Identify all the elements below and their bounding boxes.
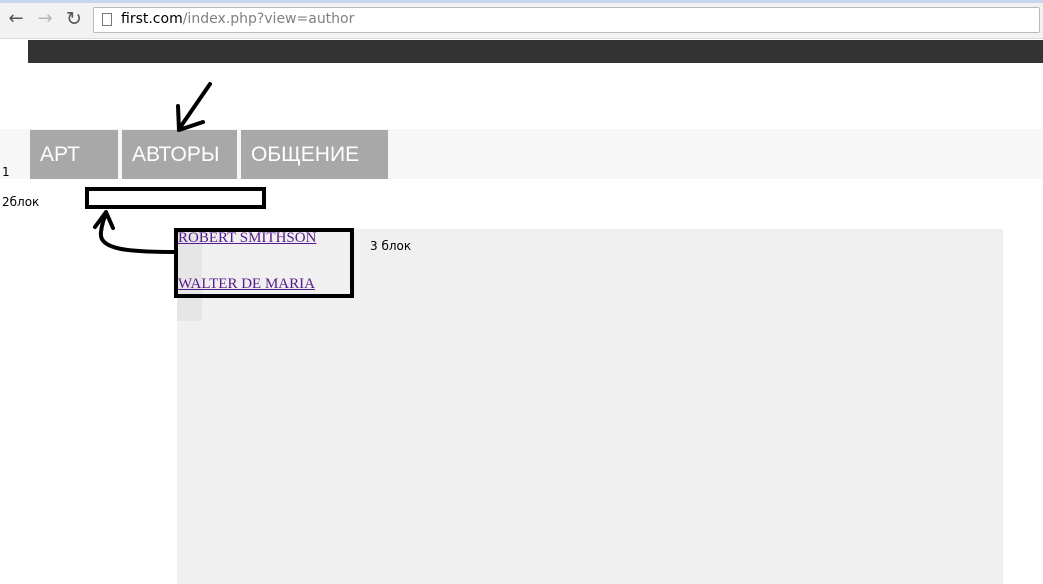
annotation-empty-box — [85, 187, 266, 209]
annotation-links-box — [174, 228, 354, 298]
page-icon — [102, 13, 112, 26]
url-path: /index.php?view=author — [182, 11, 355, 27]
menu-item-art[interactable]: АРТ — [30, 130, 118, 179]
url-text[interactable]: first.com/index.php?view=author — [121, 11, 354, 27]
browser-toolbar: ← → ↻ first.com/index.php?view=author — [0, 0, 1043, 39]
url-host: first.com — [121, 11, 183, 27]
page-top-bar — [28, 40, 1043, 63]
block-2-label: 2блок — [2, 195, 40, 209]
curved-arrow-icon — [93, 210, 177, 254]
address-bar[interactable]: first.com/index.php?view=author — [93, 7, 1040, 33]
arrow-down-icon — [176, 82, 212, 132]
block-1-label: 1 — [2, 165, 10, 179]
arrow-right-icon[interactable]: → — [35, 9, 55, 29]
tab-strip — [0, 0, 1043, 3]
block-3-label: 3 блок — [370, 239, 412, 253]
arrow-left-icon[interactable]: ← — [6, 9, 26, 29]
menu-item-chat[interactable]: ОБЩЕНИЕ — [241, 130, 388, 179]
menu-item-authors[interactable]: АВТОРЫ — [122, 130, 237, 179]
reload-icon[interactable]: ↻ — [64, 9, 84, 29]
